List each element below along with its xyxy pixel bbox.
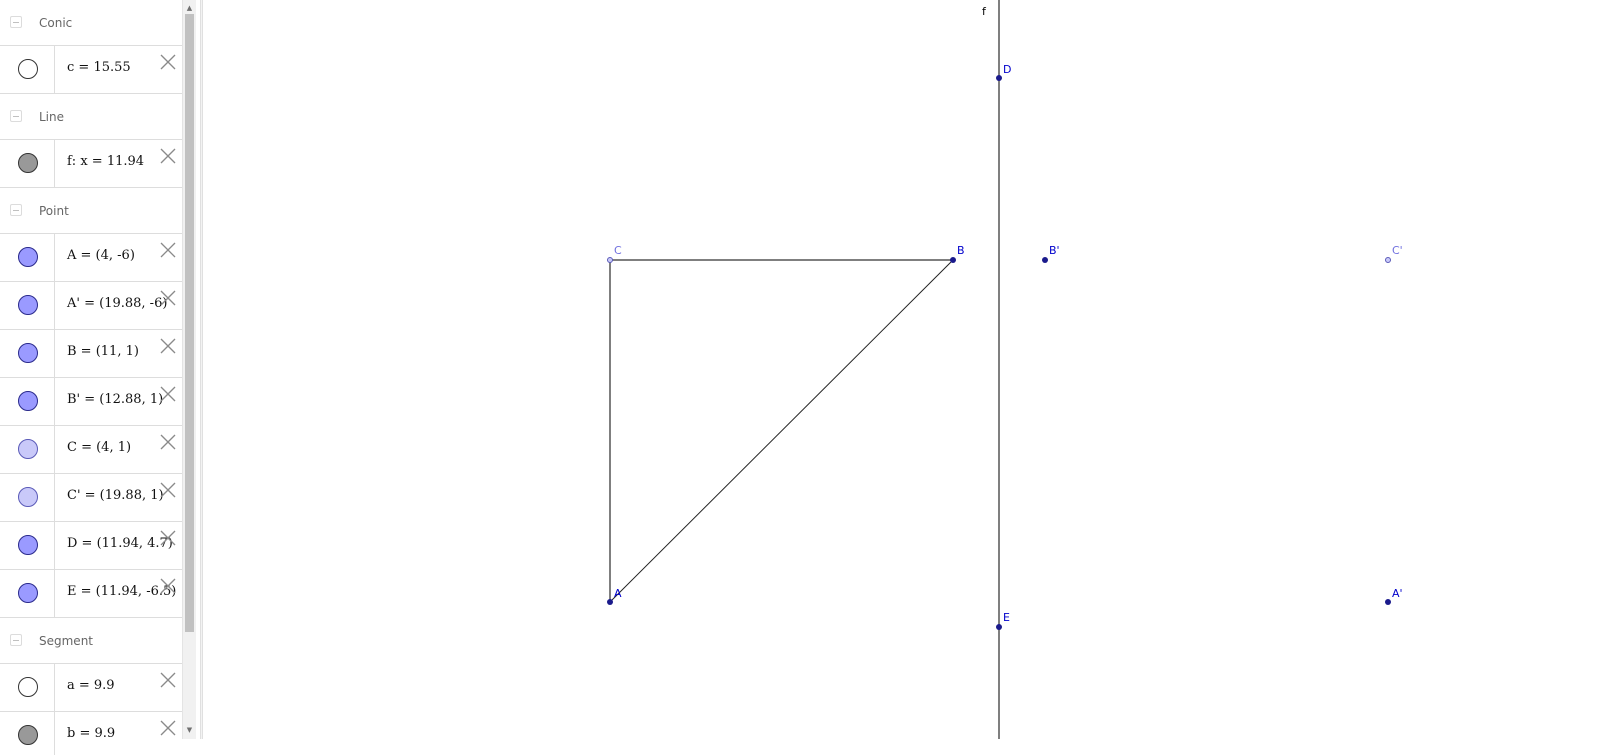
algebra-item-definition[interactable]: A' = (19.88, -6): [67, 296, 167, 311]
delete-x-icon[interactable]: [159, 529, 177, 547]
point-a-prime-label: A': [1392, 587, 1403, 600]
visibility-toggle[interactable]: [0, 570, 55, 617]
algebra-item-row[interactable]: A' = (19.88, -6): [0, 282, 182, 330]
algebra-item-definition[interactable]: A = (4, -6): [67, 248, 135, 263]
scroll-down-arrow-icon[interactable]: ▼: [183, 724, 196, 736]
visibility-toggle[interactable]: [0, 474, 55, 521]
algebra-item-definition[interactable]: D = (11.94, 4.7): [67, 536, 173, 551]
visibility-toggle[interactable]: [0, 378, 55, 425]
algebra-item-definition[interactable]: C = (4, 1): [67, 440, 131, 455]
delete-x-icon[interactable]: [159, 289, 177, 307]
algebra-item-row[interactable]: D = (11.94, 4.7): [0, 522, 182, 570]
group-header-conic[interactable]: Conic: [0, 0, 182, 46]
algebra-item-row[interactable]: E = (11.94, -6.5): [0, 570, 182, 618]
delete-x-icon[interactable]: [159, 53, 177, 71]
delete-x-icon[interactable]: [159, 147, 177, 165]
point-c-prime[interactable]: [1385, 257, 1391, 263]
visibility-marble-icon[interactable]: [18, 59, 38, 79]
algebra-item-definition[interactable]: f: x = 11.94: [67, 154, 144, 169]
visibility-marble-icon[interactable]: [18, 439, 38, 459]
collapse-minus-icon[interactable]: [10, 16, 22, 28]
delete-x-icon[interactable]: [159, 719, 177, 737]
algebra-item-definition[interactable]: B' = (12.88, 1): [67, 392, 163, 407]
group-label: Conic: [39, 16, 73, 30]
line-f-label: f: [982, 5, 987, 18]
visibility-marble-icon[interactable]: [18, 247, 38, 267]
algebra-item-row[interactable]: a = 9.9: [0, 664, 182, 712]
algebra-item-row[interactable]: B' = (12.88, 1): [0, 378, 182, 426]
algebra-scrollbar[interactable]: ▲ ▼: [182, 0, 196, 739]
point-c-label: C: [614, 244, 622, 257]
group-header-line[interactable]: Line: [0, 94, 182, 140]
group-label: Line: [39, 110, 65, 124]
algebra-item-definition[interactable]: c = 15.55: [67, 60, 131, 75]
delete-x-icon[interactable]: [159, 577, 177, 595]
point-c[interactable]: [607, 257, 613, 263]
point-e[interactable]: [996, 624, 1002, 630]
scroll-thumb[interactable]: [185, 14, 194, 632]
delete-x-icon[interactable]: [159, 241, 177, 259]
point-a[interactable]: [607, 599, 613, 605]
point-b-prime-label: B': [1049, 244, 1060, 257]
point-d[interactable]: [996, 75, 1002, 81]
visibility-marble-icon[interactable]: [18, 725, 38, 745]
visibility-marble-icon[interactable]: [18, 677, 38, 697]
segment-ab[interactable]: [609, 259, 954, 603]
delete-x-icon[interactable]: [159, 481, 177, 499]
group-header-segment[interactable]: Segment: [0, 618, 182, 664]
visibility-marble-icon[interactable]: [18, 535, 38, 555]
group-label: Point: [39, 204, 69, 218]
algebra-item-definition[interactable]: C' = (19.88, 1): [67, 488, 164, 503]
collapse-minus-icon[interactable]: [10, 204, 22, 216]
visibility-toggle[interactable]: [0, 140, 55, 187]
group-header-point[interactable]: Point: [0, 188, 182, 234]
point-a-label: A: [614, 587, 622, 600]
visibility-toggle[interactable]: [0, 712, 55, 755]
delete-x-icon[interactable]: [159, 433, 177, 451]
delete-x-icon[interactable]: [159, 385, 177, 403]
algebra-item-row[interactable]: C' = (19.88, 1): [0, 474, 182, 522]
view-splitter[interactable]: [200, 0, 203, 739]
algebra-view: Conic c = 15.55 Line f: x = 11.94 Point A = (…: [0, 0, 182, 755]
group-label: Segment: [39, 634, 93, 648]
point-b-label: B: [957, 244, 965, 257]
algebra-item-definition[interactable]: b = 9.9: [67, 726, 115, 741]
visibility-marble-icon[interactable]: [18, 295, 38, 315]
visibility-marble-icon[interactable]: [18, 583, 38, 603]
visibility-toggle[interactable]: [0, 522, 55, 569]
visibility-toggle[interactable]: [0, 234, 55, 281]
algebra-item-row[interactable]: c = 15.55: [0, 46, 182, 94]
algebra-item-definition[interactable]: B = (11, 1): [67, 344, 139, 359]
visibility-toggle[interactable]: [0, 664, 55, 711]
graphics-view[interactable]: f C B A D E B' C' A': [204, 0, 1600, 739]
visibility-marble-icon[interactable]: [18, 391, 38, 411]
collapse-minus-icon[interactable]: [10, 634, 22, 646]
point-d-label: D: [1003, 63, 1011, 76]
point-b-prime[interactable]: [1042, 257, 1048, 263]
delete-x-icon[interactable]: [159, 671, 177, 689]
algebra-item-row[interactable]: B = (11, 1): [0, 330, 182, 378]
visibility-marble-icon[interactable]: [18, 487, 38, 507]
algebra-item-row[interactable]: A = (4, -6): [0, 234, 182, 282]
collapse-minus-icon[interactable]: [10, 110, 22, 122]
algebra-item-row[interactable]: f: x = 11.94: [0, 140, 182, 188]
point-a-prime[interactable]: [1385, 599, 1391, 605]
visibility-toggle[interactable]: [0, 282, 55, 329]
visibility-toggle[interactable]: [0, 426, 55, 473]
point-b[interactable]: [950, 257, 956, 263]
visibility-marble-icon[interactable]: [18, 153, 38, 173]
visibility-toggle[interactable]: [0, 46, 55, 93]
visibility-toggle[interactable]: [0, 330, 55, 377]
algebra-item-row[interactable]: C = (4, 1): [0, 426, 182, 474]
point-e-label: E: [1003, 611, 1010, 624]
visibility-marble-icon[interactable]: [18, 343, 38, 363]
algebra-item-definition[interactable]: a = 9.9: [67, 678, 115, 693]
delete-x-icon[interactable]: [159, 337, 177, 355]
point-c-prime-label: C': [1392, 244, 1403, 257]
scroll-up-arrow-icon[interactable]: ▲: [183, 2, 196, 14]
algebra-item-row[interactable]: b = 9.9: [0, 712, 182, 755]
